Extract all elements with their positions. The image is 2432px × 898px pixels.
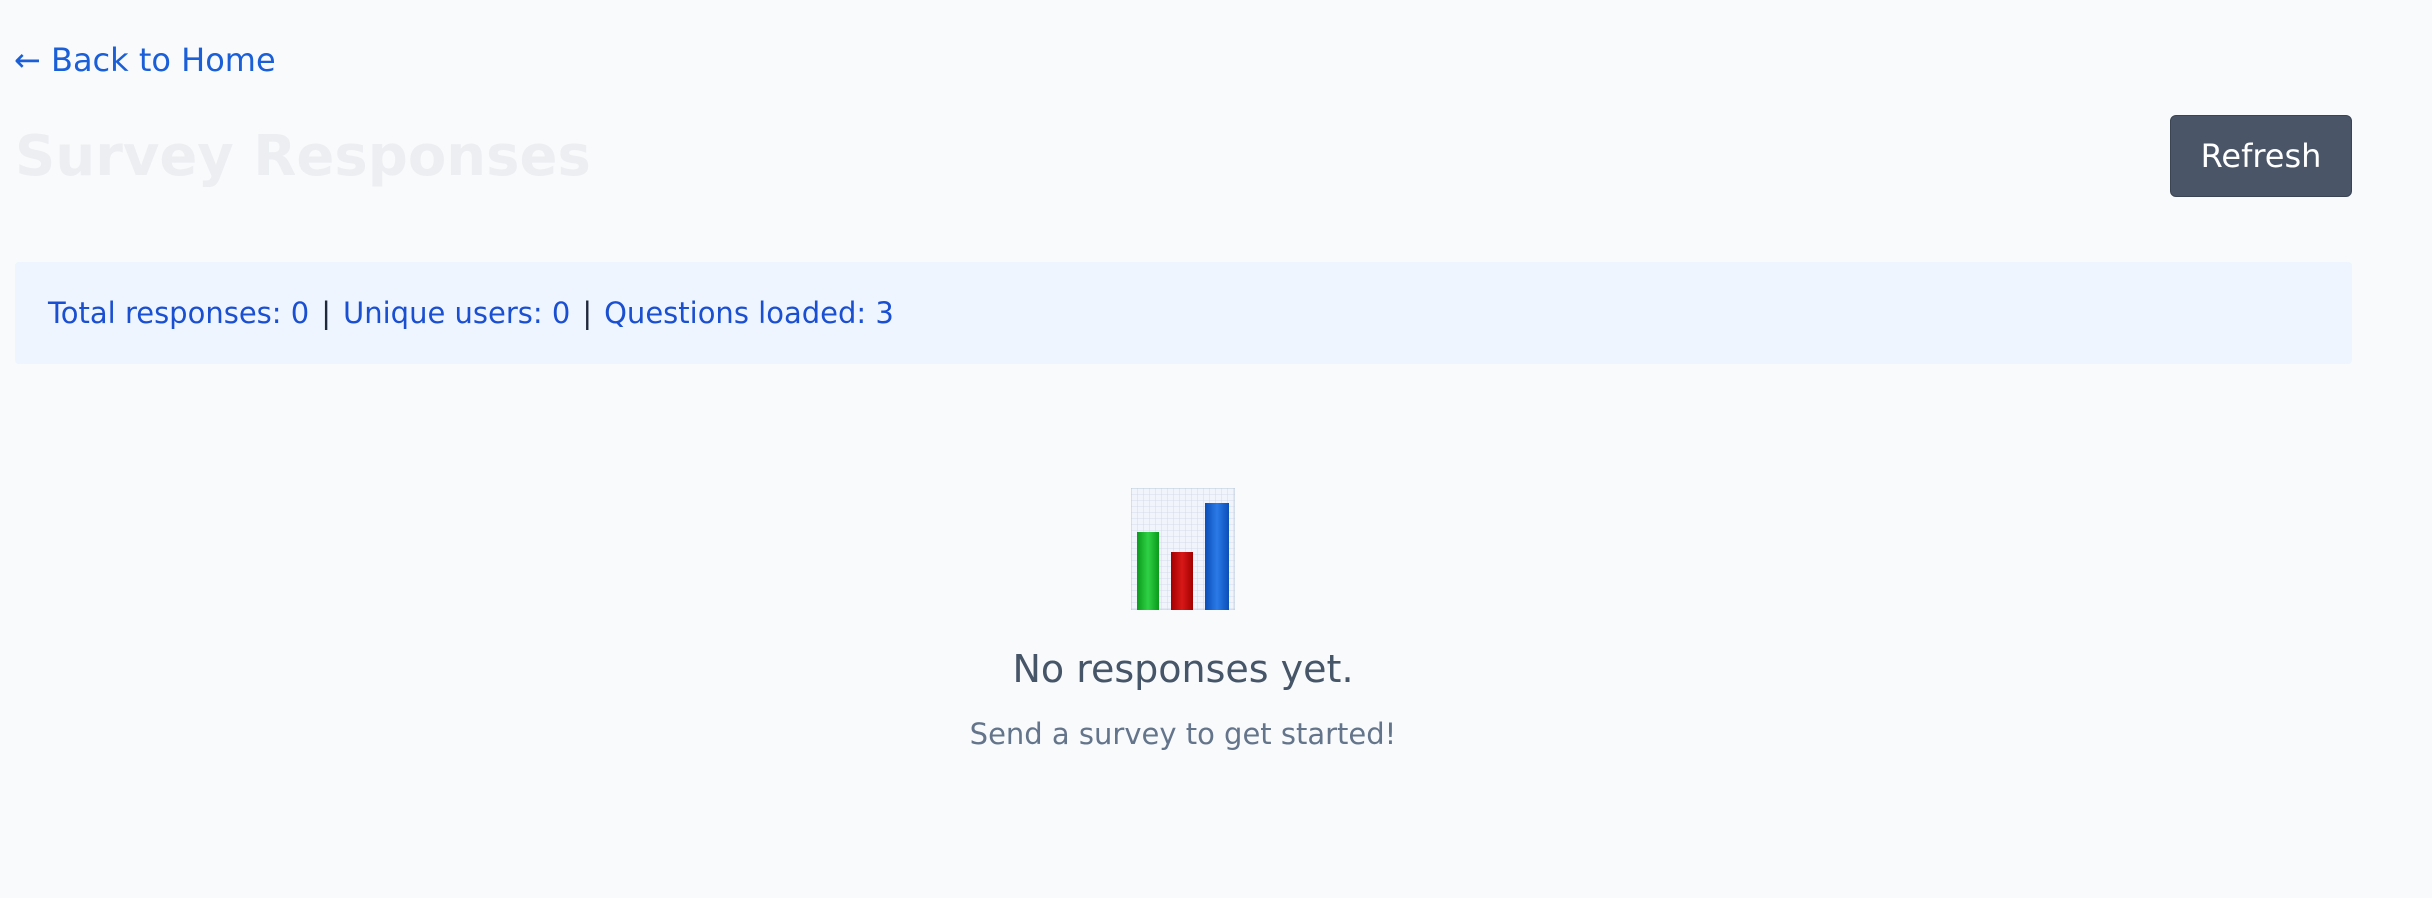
total-responses-stat: Total responses: 0 (48, 296, 310, 330)
stats-separator: | (321, 296, 331, 330)
stats-bar: Total responses: 0 | Unique users: 0 | Q… (15, 262, 2352, 364)
empty-state: No responses yet. Send a survey to get s… (0, 488, 2366, 752)
back-to-home-link[interactable]: ← Back to Home (14, 38, 276, 82)
refresh-button[interactable]: Refresh (2170, 115, 2352, 197)
page-title: Survey Responses (15, 124, 591, 189)
questions-loaded-stat: Questions loaded: 3 (604, 296, 894, 330)
empty-state-title: No responses yet. (1012, 647, 1354, 691)
empty-state-subtitle: Send a survey to get started! (969, 717, 1397, 751)
bar-chart-icon (1131, 488, 1235, 610)
stats-separator: | (582, 296, 593, 330)
unique-users-stat: Unique users: 0 (343, 296, 571, 330)
